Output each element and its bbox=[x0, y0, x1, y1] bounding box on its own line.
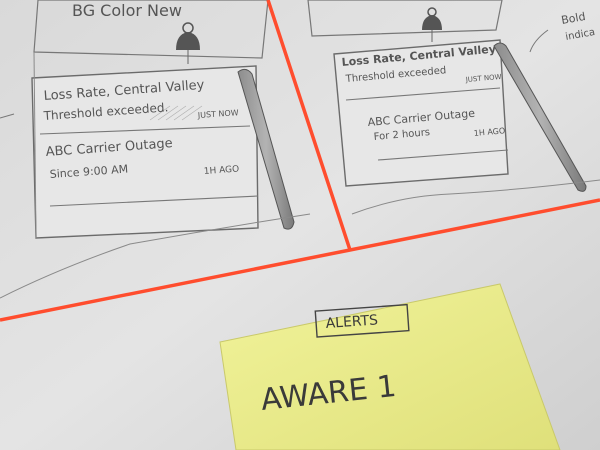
sketch-board: BG Color New Loss Rate, Central Valley T… bbox=[0, 0, 600, 450]
left-header-text: BG Color New bbox=[72, 1, 182, 20]
